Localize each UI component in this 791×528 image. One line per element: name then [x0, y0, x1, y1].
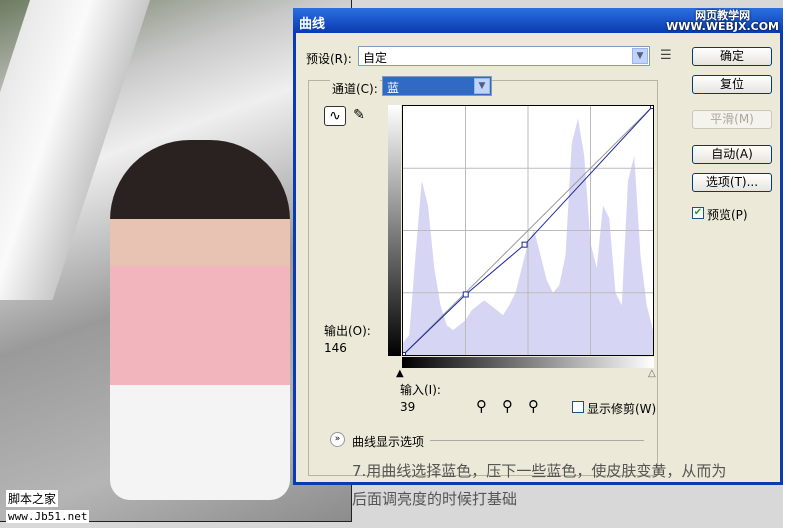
title-bar[interactable]: 曲线 网页教学网 WWW.WEBJX.COM — [293, 8, 783, 33]
preset-select[interactable]: 自定 ▼ — [358, 46, 650, 66]
preview-checkbox[interactable]: ✔ — [692, 207, 704, 219]
curves-dialog: 曲线 网页教学网 WWW.WEBJX.COM 预设(R): 自定 ▼ ☰ 通道(C… — [293, 8, 783, 485]
input-label: 输入(I): — [400, 383, 441, 397]
divider — [430, 440, 644, 441]
watermark: 网页教学网 WWW.WEBJX.COM — [666, 9, 779, 33]
curve-tool-icon[interactable]: ∿ — [324, 106, 346, 126]
preview-label: 预览(P) — [707, 208, 748, 222]
preset-value: 自定 — [363, 51, 388, 65]
person-photo — [110, 140, 290, 500]
show-clipping-checkbox[interactable] — [572, 401, 584, 413]
auto-button[interactable]: 自动(A) — [692, 145, 772, 164]
curve-point — [400, 352, 406, 358]
caption-line-1: 7.用曲线选择蓝色，压下一些蓝色，使皮肤变黄，从而为 — [352, 462, 727, 480]
output-value: 146 — [324, 341, 347, 355]
curve-point — [462, 291, 469, 298]
channel-label: 通道(C): — [330, 80, 380, 97]
site-url: www.Jb51.net — [6, 510, 90, 523]
output-label: 输出(O): — [324, 324, 371, 338]
preset-label: 预设(R): — [306, 52, 352, 66]
reset-button[interactable]: 复位 — [692, 75, 772, 94]
input-gradient — [402, 357, 654, 368]
curve-point — [521, 241, 528, 248]
ok-button[interactable]: 确定 — [692, 47, 772, 66]
curve-graph[interactable] — [400, 103, 656, 358]
show-clipping-label: 显示修剪(W) — [587, 402, 657, 416]
gray-eyedropper-icon[interactable]: ⚲ — [502, 397, 513, 415]
white-eyedropper-icon[interactable]: ⚲ — [528, 397, 539, 415]
layers-panel-edge — [783, 0, 791, 528]
curve-display-options[interactable]: 曲线显示选项 — [352, 433, 424, 450]
input-value: 39 — [400, 400, 416, 414]
black-eyedropper-icon[interactable]: ⚲ — [476, 397, 487, 415]
white-point-slider[interactable]: △ — [648, 368, 656, 379]
curve-point — [650, 103, 656, 109]
site-logo: 脚本之家 — [6, 490, 59, 507]
chevron-down-icon[interactable]: ▼ — [632, 48, 648, 64]
options-button[interactable]: 选项(T)... — [692, 173, 772, 192]
pencil-icon[interactable]: ✎ — [348, 106, 370, 126]
black-point-slider[interactable]: ▲ — [396, 368, 404, 379]
smooth-button[interactable]: 平滑(M) — [692, 110, 772, 129]
expand-icon[interactable]: » — [330, 432, 345, 447]
channel-value: 蓝 — [387, 81, 400, 95]
channel-select[interactable]: 蓝 ▼ — [382, 76, 492, 96]
chevron-down-icon[interactable]: ▼ — [474, 78, 490, 94]
preset-menu-icon[interactable]: ☰ — [660, 48, 672, 63]
dialog-title: 曲线 — [299, 17, 326, 32]
output-gradient — [388, 105, 401, 356]
caption-line-2: 后面调亮度的时候打基础 — [352, 490, 518, 508]
